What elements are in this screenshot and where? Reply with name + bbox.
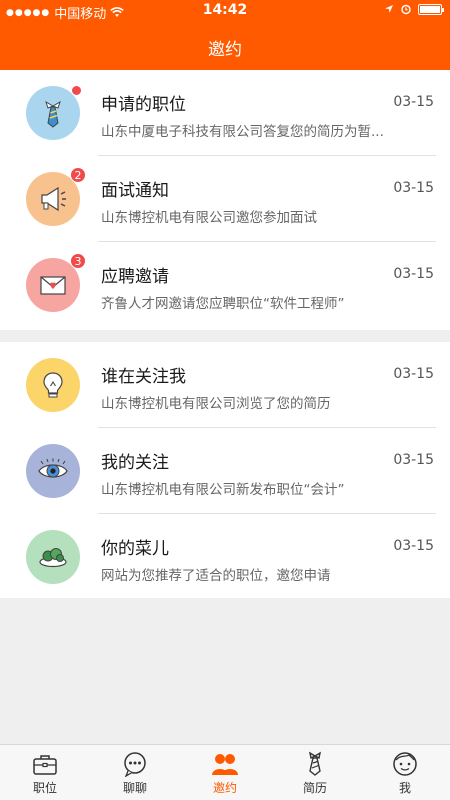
tab-invitations[interactable]: 邀约 — [180, 745, 270, 800]
item-title: 申请的职位 — [101, 95, 186, 115]
tab-positions[interactable]: 职位 — [0, 745, 90, 800]
item-title: 面试通知 — [101, 181, 169, 201]
notification-group-attention: 谁在关注我 山东博控机电有限公司浏览了您的简历 03-15 我的关注 山东博控机… — [0, 342, 450, 598]
item-title: 我的关注 — [101, 453, 169, 473]
item-date: 03-15 — [393, 180, 434, 196]
item-date: 03-15 — [393, 94, 434, 110]
item-title: 谁在关注我 — [101, 367, 186, 387]
status-time: 14:42 — [202, 2, 248, 18]
tab-resume[interactable]: 简历 — [270, 745, 360, 800]
location-arrow-icon — [385, 5, 393, 13]
envelope-heart-icon: 3 — [26, 253, 86, 312]
tab-chat[interactable]: 聊聊 — [90, 745, 180, 800]
item-subtitle: 齐鲁人才网邀请您应聘职位“软件工程师” — [101, 296, 345, 312]
tab-label: 我 — [398, 781, 411, 795]
tie-icon — [26, 85, 82, 140]
tab-label: 聊聊 — [122, 781, 147, 795]
chat-bubble-icon — [124, 752, 146, 777]
item-subtitle: 网站为您推荐了适合的职位，邀您申请 — [101, 568, 331, 584]
list-item-who-follows-me[interactable]: 谁在关注我 山东博控机电有限公司浏览了您的简历 03-15 — [0, 342, 450, 428]
tab-me[interactable]: 我 — [360, 745, 450, 800]
item-subtitle: 山东中厦电子科技有限公司答复您的简历为暂... — [101, 124, 384, 140]
smiley-face-icon — [393, 752, 417, 776]
list-item-interview-notice[interactable]: 2 面试通知 山东博控机电有限公司邀您参加面试 03-15 — [0, 156, 450, 242]
item-subtitle: 山东博控机电有限公司浏览了您的简历 — [101, 396, 331, 412]
list-item-applied-positions[interactable]: 申请的职位 山东中厦电子科技有限公司答复您的简历为暂... 03-15 — [0, 70, 450, 156]
item-date: 03-15 — [393, 538, 434, 554]
tie-outline-icon — [309, 751, 321, 776]
battery-icon — [418, 3, 444, 15]
item-title: 你的菜儿 — [101, 539, 169, 559]
list-item-my-follows[interactable]: 我的关注 山东博控机电有限公司新发布职位“会计” 03-15 — [0, 428, 450, 514]
people-icon — [212, 754, 238, 775]
tab-label: 简历 — [302, 781, 327, 795]
alarm-icon — [401, 4, 411, 15]
unread-count-badge: 3 — [70, 253, 86, 269]
item-date: 03-15 — [393, 366, 434, 382]
list-item-recommendations[interactable]: 你的菜儿 网站为您推荐了适合的职位，邀您申请 03-15 — [0, 514, 450, 600]
item-subtitle: 山东博控机电有限公司邀您参加面试 — [101, 210, 317, 226]
lightbulb-icon — [26, 358, 80, 412]
status-bar: ●●●●● 中国移动 14:42 — [0, 0, 450, 22]
salad-bowl-icon — [26, 530, 80, 584]
top-bar: ●●●●● 中国移动 14:42 邀约 — [0, 0, 450, 70]
item-date: 03-15 — [393, 452, 434, 468]
notification-group-applications: 申请的职位 山东中厦电子科技有限公司答复您的简历为暂... 03-15 2 面试… — [0, 70, 450, 330]
tab-label: 职位 — [32, 781, 57, 795]
unread-dot-badge — [71, 85, 82, 96]
item-title: 应聘邀请 — [101, 267, 169, 287]
megaphone-icon: 2 — [26, 167, 86, 226]
item-date: 03-15 — [393, 266, 434, 282]
tab-label: 邀约 — [212, 781, 237, 795]
eye-icon — [26, 444, 80, 498]
briefcase-icon — [33, 755, 57, 775]
item-subtitle: 山东博控机电有限公司新发布职位“会计” — [101, 482, 345, 498]
list-item-job-invitation[interactable]: 3 应聘邀请 齐鲁人才网邀请您应聘职位“软件工程师” 03-15 — [0, 242, 450, 328]
unread-count-badge: 2 — [70, 167, 86, 183]
bottom-tab-bar: 职位 聊聊 邀约 简历 我 — [0, 744, 450, 800]
page-title: 邀约 — [208, 40, 242, 60]
